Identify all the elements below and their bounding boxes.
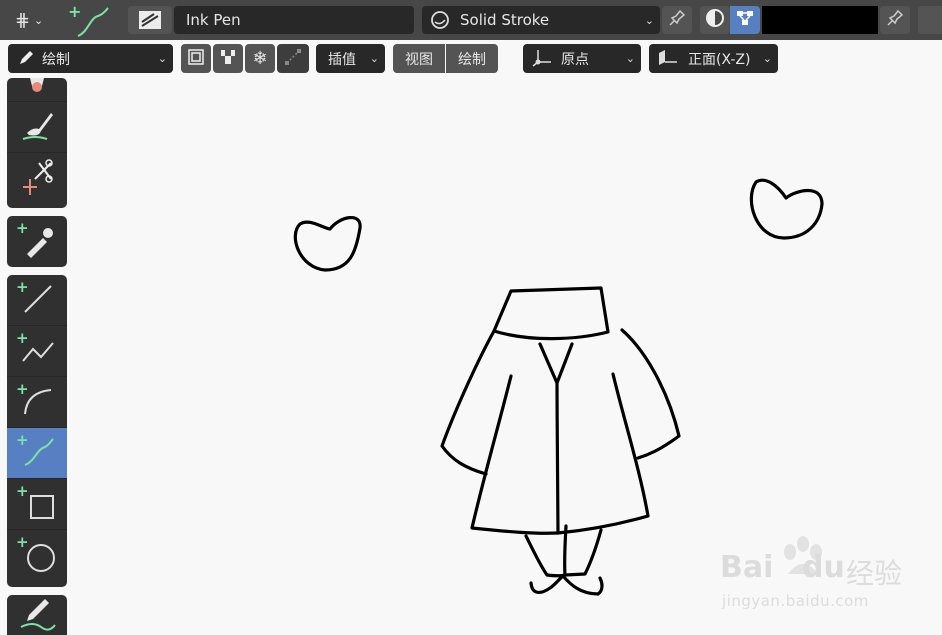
pin-icon xyxy=(668,9,686,31)
watermark-url: jingyan.baidu.com xyxy=(722,592,869,610)
pencil-icon xyxy=(17,49,35,71)
snowflake-icon: ❄ xyxy=(252,48,268,69)
pin-material-button[interactable] xyxy=(662,6,692,34)
color-mode-vertex-button[interactable] xyxy=(730,6,760,34)
coat-left-panel-stroke xyxy=(470,374,560,535)
material-color-icon xyxy=(705,8,725,32)
chevron-down-icon: ⌄ xyxy=(762,52,772,65)
chevron-down-icon: ⌄ xyxy=(625,52,635,65)
chevron-down-icon: ⌄ xyxy=(644,13,654,27)
color-swatch[interactable] xyxy=(762,6,878,34)
lapel-stroke xyxy=(538,342,574,385)
material-selector[interactable]: Solid Stroke ⌄ xyxy=(422,6,660,34)
layers-icon xyxy=(187,48,205,70)
grid-guide-icon xyxy=(219,48,237,70)
heart-left-stroke xyxy=(293,216,362,272)
interpolate-menu[interactable]: 插值 ⌄ xyxy=(316,44,385,73)
interpolate-label: 插值 xyxy=(328,51,356,68)
watermark-brand: Bai xyxy=(720,550,774,585)
draw-menu[interactable]: 绘制 xyxy=(446,44,498,73)
drawing-plane-selector[interactable]: 正面(X-Z) ⌄ xyxy=(649,44,778,73)
tool-header: ⋕ ⌄ + Ink Pen Solid Stroke ⌄ xyxy=(0,0,942,40)
viewport-header: 绘制 ⌄ ❄ 插值 ⌄ 视图 绘制 原点 ⌄ 正面(X-Z) ⌄ xyxy=(0,40,942,78)
guides-button[interactable] xyxy=(213,44,243,73)
watermark-cn: 经验 xyxy=(846,557,903,590)
heart-right-stroke xyxy=(749,178,824,240)
origin-axes-icon xyxy=(531,48,553,72)
curve-edit-button[interactable] xyxy=(277,44,309,73)
collar-stroke xyxy=(492,286,610,341)
active-tool-curve-icon[interactable]: + xyxy=(64,2,112,38)
view-menu[interactable]: 视图 xyxy=(393,44,445,73)
multiframe-button[interactable] xyxy=(181,44,211,73)
color-mode-material-button[interactable] xyxy=(700,6,730,34)
draw-label: 绘制 xyxy=(458,51,486,68)
material-sphere-icon xyxy=(430,10,450,34)
svg-text:+: + xyxy=(68,2,81,21)
coat-right-panel-stroke xyxy=(556,372,650,535)
right-leg-stroke xyxy=(563,528,603,577)
watermark-brand2: du xyxy=(802,550,845,585)
mode-label: 绘制 xyxy=(42,51,70,68)
plane-label: 正面(X-Z) xyxy=(688,51,751,68)
material-name-text: Solid Stroke xyxy=(460,11,550,29)
plane-icon xyxy=(657,49,679,71)
chevron-down-icon: ⌄ xyxy=(157,52,167,65)
mode-selector[interactable]: 绘制 ⌄ xyxy=(8,44,173,73)
vertex-color-icon xyxy=(735,8,755,32)
snap-toggle-button[interactable]: ⋕ ⌄ xyxy=(4,6,54,34)
brush-name-text: Ink Pen xyxy=(186,11,241,29)
chevron-down-icon: ⌄ xyxy=(369,52,379,65)
chevron-down-icon: ⌄ xyxy=(33,13,44,27)
curve-handles-icon xyxy=(284,48,302,70)
center-seam-stroke xyxy=(555,381,560,535)
pin-color-button[interactable] xyxy=(880,6,910,34)
left-leg-stroke xyxy=(524,534,567,578)
pin-icon xyxy=(886,9,904,31)
left-foot-stroke xyxy=(529,574,565,594)
view-label: 视图 xyxy=(405,51,433,68)
coat-left-edge-stroke xyxy=(440,329,496,476)
freeze-button[interactable]: ❄ xyxy=(245,44,275,73)
origin-label: 原点 xyxy=(561,51,589,68)
snap-icon: ⋕ xyxy=(14,9,30,31)
brush-name-field[interactable]: Ink Pen xyxy=(174,6,414,34)
right-foot-stroke xyxy=(561,574,604,596)
middle-leg-stroke xyxy=(562,524,568,577)
overflow-button[interactable] xyxy=(918,6,942,34)
stroke-placement-selector[interactable]: 原点 ⌄ xyxy=(523,44,641,73)
brush-preview-icon[interactable] xyxy=(128,6,172,34)
